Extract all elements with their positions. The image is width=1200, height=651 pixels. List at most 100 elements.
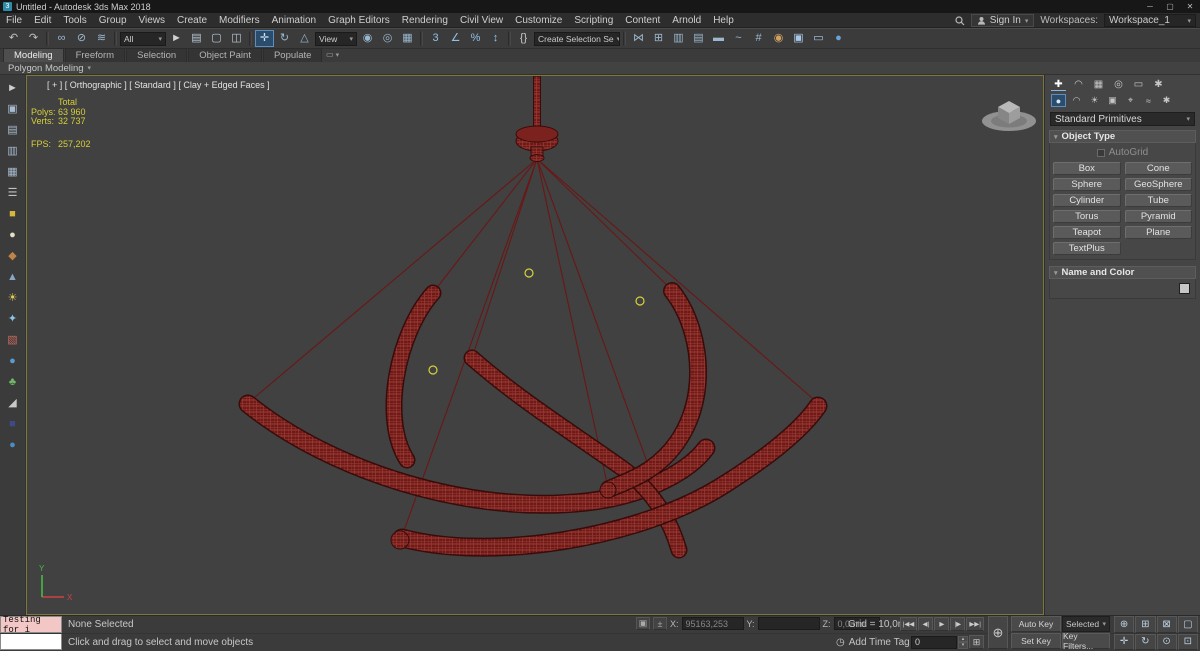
toggle-ribbon-button[interactable]: ▬ ▾ [709,30,728,47]
reference-coordinate-dropdown[interactable]: View ▾ [315,31,357,46]
viewport[interactable]: X Y [ + ] [ Orthographic ] [ Standard ] … [26,75,1044,615]
star-tool-icon[interactable]: ✦ [3,309,23,328]
primitive-button[interactable]: GeoSphere [1124,178,1192,191]
maxscript-mini-listener[interactable]: Testing for i [0,615,62,635]
blue-sphere-tool-icon[interactable]: ● [3,351,23,370]
helpers-subtab[interactable]: ⌖ [1123,94,1138,107]
material-tool-icon[interactable]: ▧ [3,330,23,349]
search-icon[interactable] [955,15,965,26]
pan-button[interactable]: ✛ [1114,633,1135,650]
viewport-layout-icon[interactable]: ▥ [3,141,23,160]
menu-item[interactable]: Content [619,13,666,28]
zoom-extents-button[interactable]: ⊠ [1156,616,1177,633]
sign-in-button[interactable]: Sign In ▾ [970,14,1035,27]
toggle-layer-explorer-button[interactable]: ▤ ▾ [689,30,708,47]
previous-frame-button[interactable]: ◀| [918,617,934,631]
chandelier-stem[interactable] [515,76,559,162]
primitive-category-dropdown[interactable]: Standard Primitives ▾ [1050,112,1195,126]
select-and-move-button[interactable]: ✛ ▾ [255,30,274,47]
layer-explorer-icon[interactable]: ▤ [3,120,23,139]
create-tab[interactable]: ✚ [1051,78,1066,91]
selection-set-key-dropdown[interactable]: Selected ▾ [1062,616,1110,632]
select-object-button[interactable]: ► ▾ [167,30,186,47]
ribbon-tab[interactable]: Freeform [64,48,126,62]
viewport-label[interactable]: [ + ] [ Orthographic ] [ Standard ] [ Cl… [47,80,270,90]
primitive-button[interactable]: Tube [1124,194,1192,207]
set-keys-button[interactable]: ⊕ [988,616,1008,649]
scene-explorer-icon[interactable]: ▣ [3,99,23,118]
name-and-color-rollout-header[interactable]: ▾ Name and Color [1049,266,1196,279]
schematic-view-button[interactable]: # ▾ [749,30,768,47]
autogrid-checkbox[interactable] [1096,148,1105,157]
named-selection-sets-dropdown[interactable]: Create Selection Se ▾ [534,31,620,46]
ribbon-tab[interactable]: Modeling [3,48,64,62]
y-coordinate-field[interactable] [757,617,820,630]
menu-item[interactable]: Views [133,13,172,28]
bind-to-space-warp-button[interactable]: ≋ ▾ [92,30,111,47]
menu-item[interactable]: Tools [57,13,92,28]
pyramid-tool-icon[interactable]: ◆ [3,246,23,265]
primitive-button[interactable]: Teapot [1053,226,1121,239]
window-crossing-toggle[interactable]: ◫ ▾ [227,30,246,47]
maxscript-listener-white-line[interactable] [0,634,62,650]
curve-editor-button[interactable]: ~ ▾ [729,30,748,47]
ribbon-tab[interactable]: Object Paint [188,48,262,62]
render-production-button[interactable]: ● ▾ [829,30,848,47]
spinner-down-icon[interactable]: ▾ [958,642,968,649]
selection-filter-dropdown[interactable]: All ▾ [120,31,166,46]
add-time-tag[interactable]: ◷ Add Time Tag [836,637,910,648]
menu-item[interactable]: Customize [509,13,568,28]
menu-item[interactable]: Modifiers [213,13,266,28]
close-button[interactable]: ✕ [1180,0,1200,13]
undo-button[interactable]: ↶ ▾ [4,30,23,47]
time-configuration-button[interactable]: ⊞ [969,635,984,649]
menu-item[interactable]: Group [93,13,133,28]
cone-tool-icon[interactable]: ▲ [3,267,23,286]
frame-spinner[interactable]: ▴ ▾ [958,635,968,649]
ribbon-tab[interactable]: Populate [262,48,323,62]
motion-tab[interactable]: ◎ [1111,78,1126,91]
primitive-button[interactable]: Pyramid [1124,210,1192,223]
geometry-subtab[interactable]: ● [1051,94,1066,107]
light-tool-icon[interactable]: ☀ [3,288,23,307]
object-color-swatch[interactable] [1179,283,1190,294]
current-frame-field[interactable]: 0 [911,635,957,649]
menu-item[interactable]: Graph Editors [322,13,396,28]
select-and-scale-button[interactable]: △ ▾ [295,30,314,47]
fov-button[interactable]: ⊙ [1156,633,1177,650]
set-key-button[interactable]: Set Key [1011,633,1061,649]
select-tool-icon[interactable]: ► [3,78,23,97]
chandelier-arms[interactable] [238,282,828,559]
zoom-button[interactable]: ⊕ [1114,616,1135,633]
unlink-selection-button[interactable]: ⊘ ▾ [72,30,91,47]
minimize-button[interactable]: ─ [1140,0,1160,13]
space-warps-subtab[interactable]: ≈ [1141,94,1156,107]
primitive-button[interactable]: Box [1053,162,1121,175]
edit-named-selection-sets-button[interactable]: {} ▾ [514,30,533,47]
select-and-link-button[interactable]: ∞ ▾ [52,30,71,47]
lights-subtab[interactable]: ☀ [1087,94,1102,107]
menu-item[interactable]: Scripting [568,13,619,28]
zoom-all-button[interactable]: ⊞ [1135,616,1156,633]
primitive-button[interactable]: Sphere [1053,178,1121,191]
menu-item[interactable]: Civil View [454,13,509,28]
redo-button[interactable]: ↷ ▾ [24,30,43,47]
display-tab[interactable]: ▭ [1131,78,1146,91]
shapes-subtab[interactable]: ◠ [1069,94,1084,107]
ribbon-tab[interactable]: Selection [126,48,188,62]
systems-subtab[interactable]: ✱ [1159,94,1174,107]
primitive-button[interactable]: Cylinder [1053,194,1121,207]
dark-cube-tool-icon[interactable]: ■ [3,414,23,433]
primitive-button[interactable]: TextPlus [1053,242,1121,255]
select-by-name-button[interactable]: ▤ ▾ [187,30,206,47]
workspace-dropdown[interactable]: Workspace_1 ▾ [1104,14,1196,27]
menu-item[interactable]: Rendering [396,13,454,28]
absolute-mode-icon[interactable]: ± [653,617,667,630]
render-setup-button[interactable]: ▣ ▾ [789,30,808,47]
polygon-modeling-tab[interactable]: Polygon Modeling [8,63,84,74]
auto-key-button[interactable]: Auto Key [1011,616,1061,632]
viewport-canvas[interactable]: X Y [27,76,1043,614]
sphere-tool-icon[interactable]: ● [3,225,23,244]
play-button[interactable]: ▶ [934,617,950,631]
menu-item[interactable]: Help [707,13,740,28]
